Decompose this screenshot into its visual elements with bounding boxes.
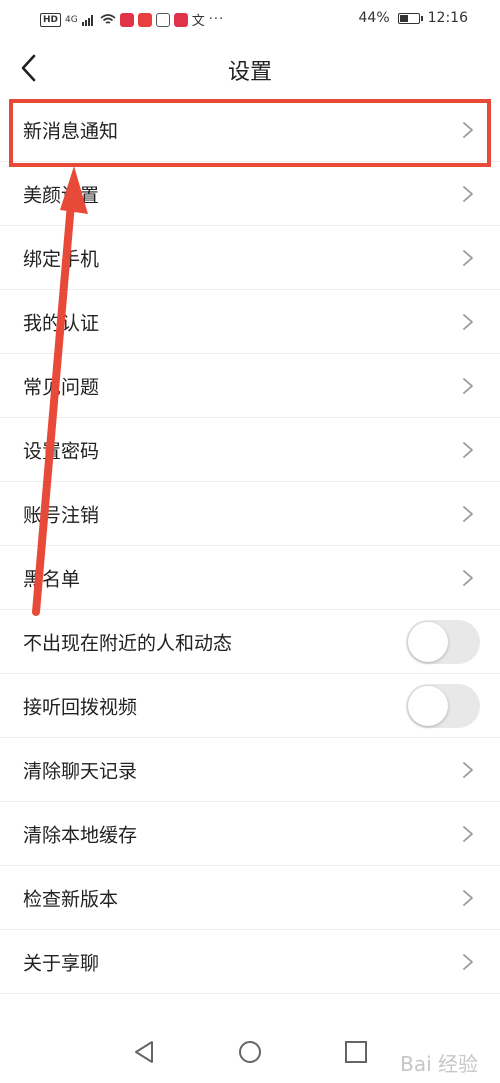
setting-row[interactable]: 账号注销 <box>0 482 500 546</box>
nav-back-icon[interactable] <box>130 1038 158 1066</box>
chevron-right-icon <box>463 761 473 778</box>
setting-row[interactable]: 清除本地缓存 <box>0 802 500 866</box>
setting-label: 清除聊天记录 <box>23 760 138 782</box>
setting-label: 常见问题 <box>23 376 100 398</box>
nav-recents-icon[interactable] <box>342 1038 370 1066</box>
battery-icon <box>397 12 423 24</box>
chevron-right-icon <box>463 825 473 842</box>
signal-icon <box>81 14 93 26</box>
status-left: HD 4G 文 ··· <box>40 10 224 29</box>
chevron-right-icon <box>463 569 473 586</box>
setting-row[interactable]: 黑名单 <box>0 546 500 610</box>
app-notification-icon <box>173 12 188 27</box>
setting-row[interactable]: 检查新版本 <box>0 866 500 930</box>
title-bar: 设置 <box>0 38 500 98</box>
chevron-right-icon <box>463 249 473 266</box>
setting-label: 美颜设置 <box>23 184 100 206</box>
clock: 12:16 <box>427 10 468 26</box>
page-title: 设置 <box>227 60 272 85</box>
chevron-right-icon <box>463 889 473 906</box>
hd-badge: HD <box>40 12 62 27</box>
system-nav-bar: Bai 经验 <box>0 1020 500 1083</box>
setting-toggle-row[interactable]: 接听回拨视频 <box>0 674 500 738</box>
setting-label: 我的认证 <box>23 312 100 334</box>
setting-row[interactable]: 绑定手机 <box>0 226 500 290</box>
setting-label: 设置密码 <box>23 440 100 462</box>
more-dots-icon: ··· <box>208 12 225 27</box>
status-bar: HD 4G 文 ··· 44% 12:16 <box>0 0 500 38</box>
translate-glyph: 文 <box>191 14 205 29</box>
setting-label: 关于享聊 <box>23 952 100 974</box>
nav-home-icon[interactable] <box>236 1038 264 1066</box>
setting-row[interactable]: 新消息通知 <box>0 98 500 162</box>
setting-label: 绑定手机 <box>23 248 100 270</box>
battery-percent: 44% <box>358 10 390 26</box>
status-right: 44% 12:16 <box>359 10 468 26</box>
setting-row[interactable]: 我的认证 <box>0 290 500 354</box>
toggle-knob <box>408 621 448 662</box>
app-notification-icon <box>155 12 170 27</box>
setting-row[interactable]: 常见问题 <box>0 354 500 418</box>
chevron-right-icon <box>463 441 473 458</box>
toggle-switch[interactable] <box>406 683 480 728</box>
wifi-icon <box>100 13 116 24</box>
setting-row[interactable]: 清除聊天记录 <box>0 738 500 802</box>
toggle-knob <box>408 685 448 726</box>
watermark: Bai 经验 <box>400 1052 478 1076</box>
setting-row[interactable]: 设置密码 <box>0 418 500 482</box>
setting-row[interactable]: 美颜设置 <box>0 162 500 226</box>
setting-label: 清除本地缓存 <box>23 824 138 846</box>
setting-label: 不出现在附近的人和动态 <box>23 632 233 654</box>
chevron-right-icon <box>463 121 473 138</box>
setting-label: 账号注销 <box>23 504 100 526</box>
toggle-switch[interactable] <box>406 619 480 664</box>
setting-label: 黑名单 <box>23 568 81 590</box>
chevron-right-icon <box>463 313 473 330</box>
setting-label: 检查新版本 <box>23 888 119 910</box>
settings-list: 新消息通知美颜设置绑定手机我的认证常见问题设置密码账号注销黑名单不出现在附近的人… <box>0 98 500 994</box>
app-notification-icon <box>119 12 134 27</box>
setting-toggle-row[interactable]: 不出现在附近的人和动态 <box>0 610 500 674</box>
setting-label: 接听回拨视频 <box>23 696 138 718</box>
app-notification-icon <box>137 12 152 27</box>
chevron-right-icon <box>463 377 473 394</box>
setting-row[interactable]: 关于享聊 <box>0 930 500 994</box>
setting-label: 新消息通知 <box>23 120 119 142</box>
network-type: 4G <box>65 14 78 25</box>
chevron-right-icon <box>463 953 473 970</box>
chevron-right-icon <box>463 185 473 202</box>
chevron-right-icon <box>463 505 473 522</box>
